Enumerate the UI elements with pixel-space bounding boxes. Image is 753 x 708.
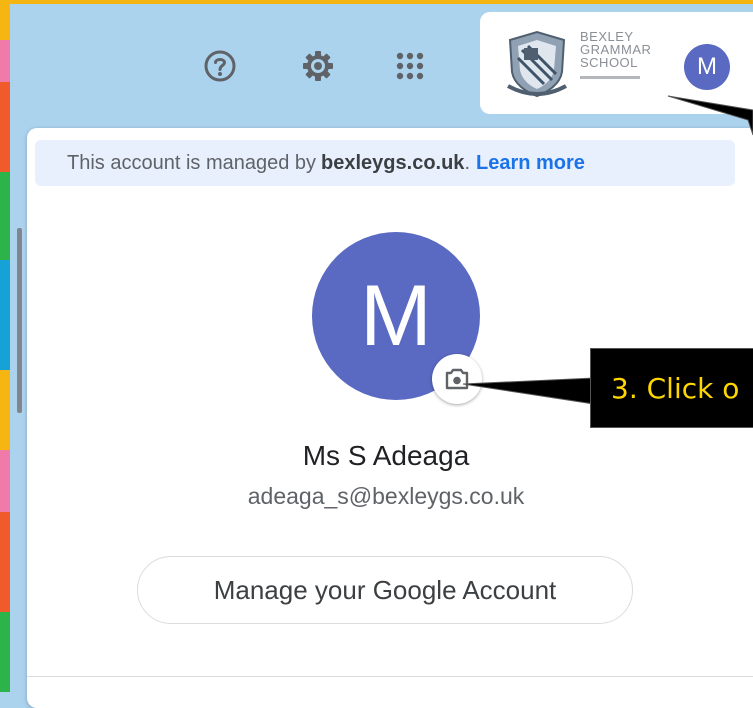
instruction-callout: 3. Click o bbox=[590, 348, 753, 428]
callout-pointer bbox=[462, 377, 595, 405]
